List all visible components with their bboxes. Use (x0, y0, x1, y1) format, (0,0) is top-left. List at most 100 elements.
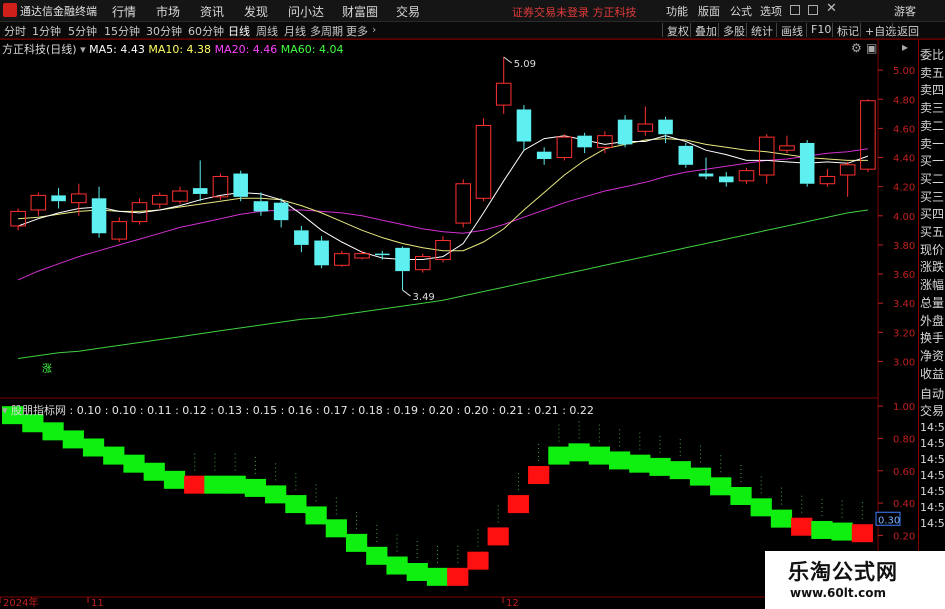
xaxis-label: 12 (506, 598, 519, 609)
indicator-tick-label: 0.60 (893, 467, 915, 478)
indicator-block (467, 551, 489, 570)
quote-field-label: 涨幅 (920, 278, 945, 293)
candle-body (516, 109, 532, 142)
indicator-block (811, 520, 833, 539)
indicator-block (528, 465, 550, 484)
candle-body (860, 100, 876, 170)
trade-time: 14:56 (920, 469, 945, 482)
price-tick-label: 4.20 (893, 183, 915, 194)
price-tick-label: 4.60 (893, 124, 915, 135)
quote-field-label: 自动 (920, 387, 945, 401)
candle-body (91, 198, 107, 234)
trade-time: 14:56 (920, 501, 945, 514)
indicator-block (62, 430, 84, 449)
indicator-block (406, 562, 428, 581)
low-marker-line (402, 289, 411, 297)
price-tick-label: 3.00 (893, 357, 915, 368)
indicator-block (710, 477, 732, 496)
indicator-block (204, 475, 226, 494)
quote-field-label: 买五 (920, 225, 945, 239)
ma10-line (18, 138, 868, 252)
quote-field-label: 外盘 (920, 313, 945, 328)
trade-time: 14:56 (920, 485, 945, 498)
candle-body (30, 194, 47, 211)
candle-body (536, 151, 552, 159)
candle-body (273, 202, 289, 221)
quote-field-label: 买四 (920, 207, 945, 222)
quote-field-label: 卖二 (920, 118, 945, 133)
xaxis-label: 11 (91, 598, 104, 609)
candle-body (698, 173, 714, 177)
indicator-block (82, 438, 105, 457)
candle-body (475, 124, 492, 199)
quote-field-label: 卖四 (920, 83, 945, 98)
indicator-block (568, 443, 590, 462)
candle-body (495, 82, 512, 106)
quote-field-label: 现价 (920, 242, 945, 257)
indicator-block (608, 451, 631, 470)
candle-body (111, 221, 128, 240)
quote-field-label: 买一 (920, 154, 945, 169)
quote-field-label: 收益 (920, 366, 945, 381)
indicator-block (487, 527, 509, 546)
indicator-legend: ▾ 股朋指标网 : 0.10 : 0.10 : 0.11 : 0.12 : 0.… (2, 402, 594, 418)
candle-body (617, 119, 633, 145)
trade-time: 14:56 (920, 453, 945, 466)
indicator-block (791, 517, 813, 536)
indicator-block (649, 457, 671, 476)
quote-field-label: 涨跌 (920, 260, 945, 275)
candle-body (253, 201, 269, 212)
indicator-block (184, 475, 206, 494)
candle-body (779, 145, 795, 151)
price-tick-label: 4.80 (893, 95, 915, 106)
candle-body (172, 190, 188, 202)
quote-field-label: 卖五 (920, 65, 945, 80)
candle-body (738, 170, 755, 182)
indicator-block (447, 567, 469, 586)
indicator-block (345, 533, 368, 552)
rise-marker: 涨 (42, 363, 52, 375)
indicator-block (103, 446, 125, 465)
high-marker-label: 5.09 (514, 59, 536, 70)
indicator-block (224, 475, 246, 494)
quote-field-label: 净资 (920, 348, 945, 363)
high-marker-line (503, 56, 512, 64)
indicator-block (265, 485, 287, 504)
indicator-block (42, 422, 64, 441)
indicator-block (831, 522, 853, 541)
quote-field-label: 买二 (920, 171, 945, 186)
indicator-block (366, 546, 388, 565)
price-tick-label: 4.00 (893, 212, 915, 223)
candle-body (294, 230, 309, 245)
trade-time: 14:56 (920, 437, 945, 450)
watermark-title: 乐淘公式网 (788, 560, 898, 584)
candle-body (314, 240, 329, 266)
candle-body (678, 145, 694, 165)
indicator-block (143, 462, 165, 481)
indicator-block (123, 454, 145, 473)
candle-body (758, 136, 775, 176)
candle-body (556, 136, 573, 159)
candle-body (455, 183, 472, 224)
quote-field-label: 买三 (920, 189, 945, 204)
indicator-block (588, 446, 610, 465)
quote-field-label: 总量 (920, 295, 945, 310)
candle-body (51, 195, 66, 202)
indicator-block (426, 567, 449, 586)
quote-panel: 委比 卖五 卖四 卖三 卖二 卖一 买一 买二 买三 买四 买五 现价 涨跌 涨幅 总量 外盘 换手 净资 收益 自动… (918, 40, 945, 600)
indicator-block (507, 495, 530, 514)
low-marker-label: 3.49 (413, 292, 435, 303)
candle-body (192, 188, 208, 194)
candle-body (658, 119, 673, 135)
indicator-name[interactable]: 股朋指标网 (11, 404, 66, 417)
indicator-tick-label: 0.20 (893, 531, 915, 542)
indicator-block (689, 467, 712, 486)
indicator-block (386, 556, 408, 575)
indicator-block (325, 519, 347, 538)
indicator-block (750, 498, 772, 517)
price-tick-label: 5.00 (893, 66, 915, 77)
candle-body (233, 173, 248, 197)
price-chart[interactable]: 5.09 3.49 涨 5.00 4.80 4.60 4.40 4.20 4.00 3.80 3.… (0, 0, 945, 609)
candle-body (375, 253, 390, 256)
dropdown-icon[interactable]: ▾ (2, 404, 8, 417)
